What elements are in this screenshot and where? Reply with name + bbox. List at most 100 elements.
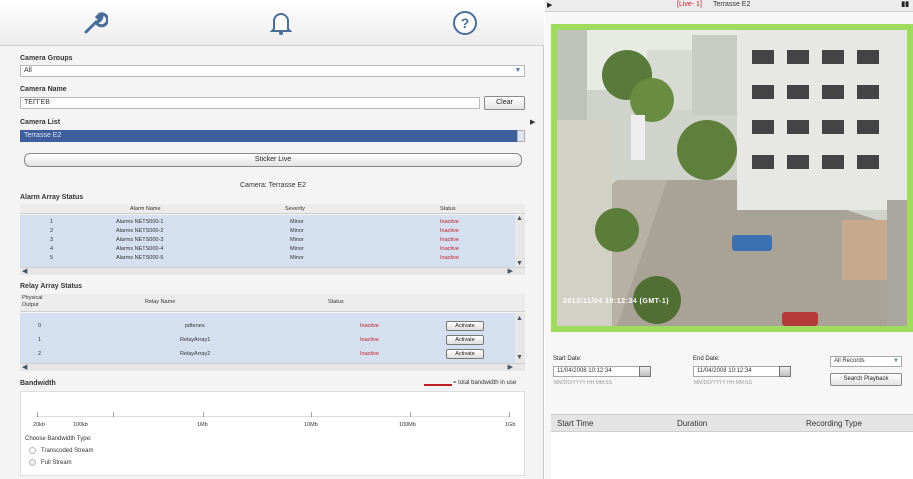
col-duration: Duration [677,419,708,428]
full-stream-radio[interactable] [29,459,36,466]
scroll-down-icon[interactable]: ▼ [516,354,523,361]
svg-text:?: ? [461,15,470,31]
alarm-status: Inactive [440,255,459,261]
expand-arrow-icon[interactable]: ▶ [530,118,535,126]
row-id: 4 [50,246,54,252]
calendar-icon[interactable] [639,366,651,377]
alarm-status: Inactive [440,246,459,252]
camera-scene-image [557,30,907,326]
window-controls-icon[interactable]: ▮▮ [901,0,909,8]
scroll-right-icon[interactable]: ▶ [508,267,513,275]
row-id: 0 [38,323,42,329]
scale-label: 10Mb [304,422,318,428]
row-id: 2 [50,228,54,234]
search-playback-button[interactable]: Search Playback [830,373,902,386]
table-row[interactable]: 1 RelayArray1 Inactive Activate [20,335,515,345]
alarm-name: Alarms NETS000-5 [116,255,164,261]
alarm-col-status: Status [440,206,456,212]
alarm-name: Alarms NETS000-2 [116,228,164,234]
alarm-vertical-scrollbar[interactable]: ▲ ▼ [515,215,525,267]
relay-col-status: Status [328,299,344,305]
table-row[interactable]: 0 pdtenes Inactive Activate [20,321,515,331]
relay-table-body: 0 pdtenes Inactive Activate 1 RelayArray… [20,313,525,363]
camera-groups-value: All [24,67,32,74]
video-timestamp: 2013/11/04 10:12:34 (GMT-1) [563,298,670,305]
start-date-label: Start Date: [553,356,582,362]
records-filter-select[interactable]: All Records ▼ [830,356,902,367]
bandwidth-scale-line [37,416,509,417]
scale-tick: | [410,412,412,418]
relay-array-title: Relay Array Status [20,283,82,290]
video-title-bar: ▶ [Live- 1] Terrasse E2 ▮▮ [545,0,913,12]
clear-button[interactable]: Clear [484,96,525,110]
alarm-status: Inactive [440,237,459,243]
records-filter-value: All Records [834,358,865,364]
camera-groups-select[interactable]: All ▼ [20,65,525,77]
table-row[interactable]: 5 Alarms NETS000-5 Minor Inactive [20,255,515,263]
bandwidth-type-label: Choose Bandwidth Type: [25,436,92,442]
table-row[interactable]: 2 Alarms NETS000-2 Minor Inactive [20,228,515,236]
scale-tick: | [203,412,205,418]
activate-button[interactable]: Activate [446,321,484,331]
video-feed[interactable]: 2013/11/04 10:12:34 (GMT-1) [557,30,907,326]
relay-status: Inactive [360,323,379,329]
relay-horizontal-scrollbar[interactable]: ◀ ▶ [20,363,525,371]
start-date-input[interactable]: 11/04/2008 10:12:34 [553,366,643,377]
scale-label: 1Mb [197,422,208,428]
bandwidth-panel: | | | | | | 20kb 100kb 1Mb 10Mb 100Mb 1G… [20,391,525,476]
calendar-icon[interactable] [779,366,791,377]
table-row[interactable]: 4 Alarms NETS000-4 Minor Inactive [20,246,515,254]
bell-icon[interactable] [266,8,296,38]
start-date-hint: MM/DD/YYYY HH:MM:SS [554,380,612,386]
alarm-horizontal-scrollbar[interactable]: ◀ ▶ [20,267,525,275]
activate-button[interactable]: Activate [446,349,484,359]
relay-status: Inactive [360,351,379,357]
transcoded-radio[interactable] [29,447,36,454]
scroll-left-icon[interactable]: ◀ [22,363,27,371]
scale-tick: | [113,412,115,418]
table-row[interactable]: 3 Alarms NETS000-3 Minor Inactive [20,237,515,245]
scroll-down-icon[interactable]: ▼ [516,260,523,267]
alarm-severity: Minor [290,237,304,243]
alarm-status: Inactive [440,228,459,234]
alarm-status: Inactive [440,219,459,225]
control-panel: ? Camera Groups All ▼ Camera Name ТЕГГЕВ… [0,0,544,479]
table-row[interactable]: 2 RelayArray2 Inactive Activate [20,349,515,359]
recordings-table-body [551,432,913,479]
relay-col-name: Relay Name [145,299,176,305]
alarm-severity: Minor [290,228,304,234]
end-date-input[interactable]: 11/04/2008 10:12:34 [693,366,783,377]
row-id: 1 [50,219,54,225]
activate-button[interactable]: Activate [446,335,484,345]
alarm-col-severity: Severity [285,206,305,212]
end-date-hint: MM/DD/YYYY HH:MM:SS [694,380,752,386]
chevron-down-icon: ▼ [514,67,522,74]
toolbar: ? [0,0,544,46]
scroll-up-icon[interactable]: ▲ [516,215,523,222]
bandwidth-legend-line [424,384,452,386]
table-row[interactable]: 1 Alarms NETS000-1 Minor Inactive [20,219,515,227]
video-camera-title: Terrasse E2 [713,1,751,8]
alarm-table-body: 1 Alarms NETS000-1 Minor Inactive 2 Alar… [20,215,525,267]
col-recording-type: Recording Type [806,419,862,428]
scroll-left-icon[interactable]: ◀ [22,267,27,275]
help-icon[interactable]: ? [450,8,480,38]
live-tag: [Live- 1] [677,1,702,8]
camera-list-selected-item[interactable]: Terrasse E2 [20,130,525,142]
camera-list-scrollbar[interactable] [517,130,525,142]
app-window: ? Camera Groups All ▼ Camera Name ТЕГГЕВ… [0,0,913,479]
wrench-icon[interactable] [80,8,110,38]
video-panel: ▶ [Live- 1] Terrasse E2 ▮▮ 2013/11/04 10… [545,0,913,479]
transcoded-label: Transcoded Stream [41,448,94,454]
relay-status: Inactive [360,337,379,343]
camera-name-input[interactable]: ТЕГГЕВ [20,97,480,109]
collapse-arrow-icon[interactable]: ▶ [547,1,552,9]
relay-col-output: Physical Output [22,295,43,308]
row-id: 3 [50,237,54,243]
scroll-up-icon[interactable]: ▲ [516,315,523,322]
relay-vertical-scrollbar[interactable]: ▲ ▼ [515,313,525,363]
end-date-label: End Date: [693,356,720,362]
sticker-live-button[interactable]: Sticker Live [24,153,522,167]
video-frame[interactable]: 2013/11/04 10:12:34 (GMT-1) [551,24,913,332]
scroll-right-icon[interactable]: ▶ [508,363,513,371]
